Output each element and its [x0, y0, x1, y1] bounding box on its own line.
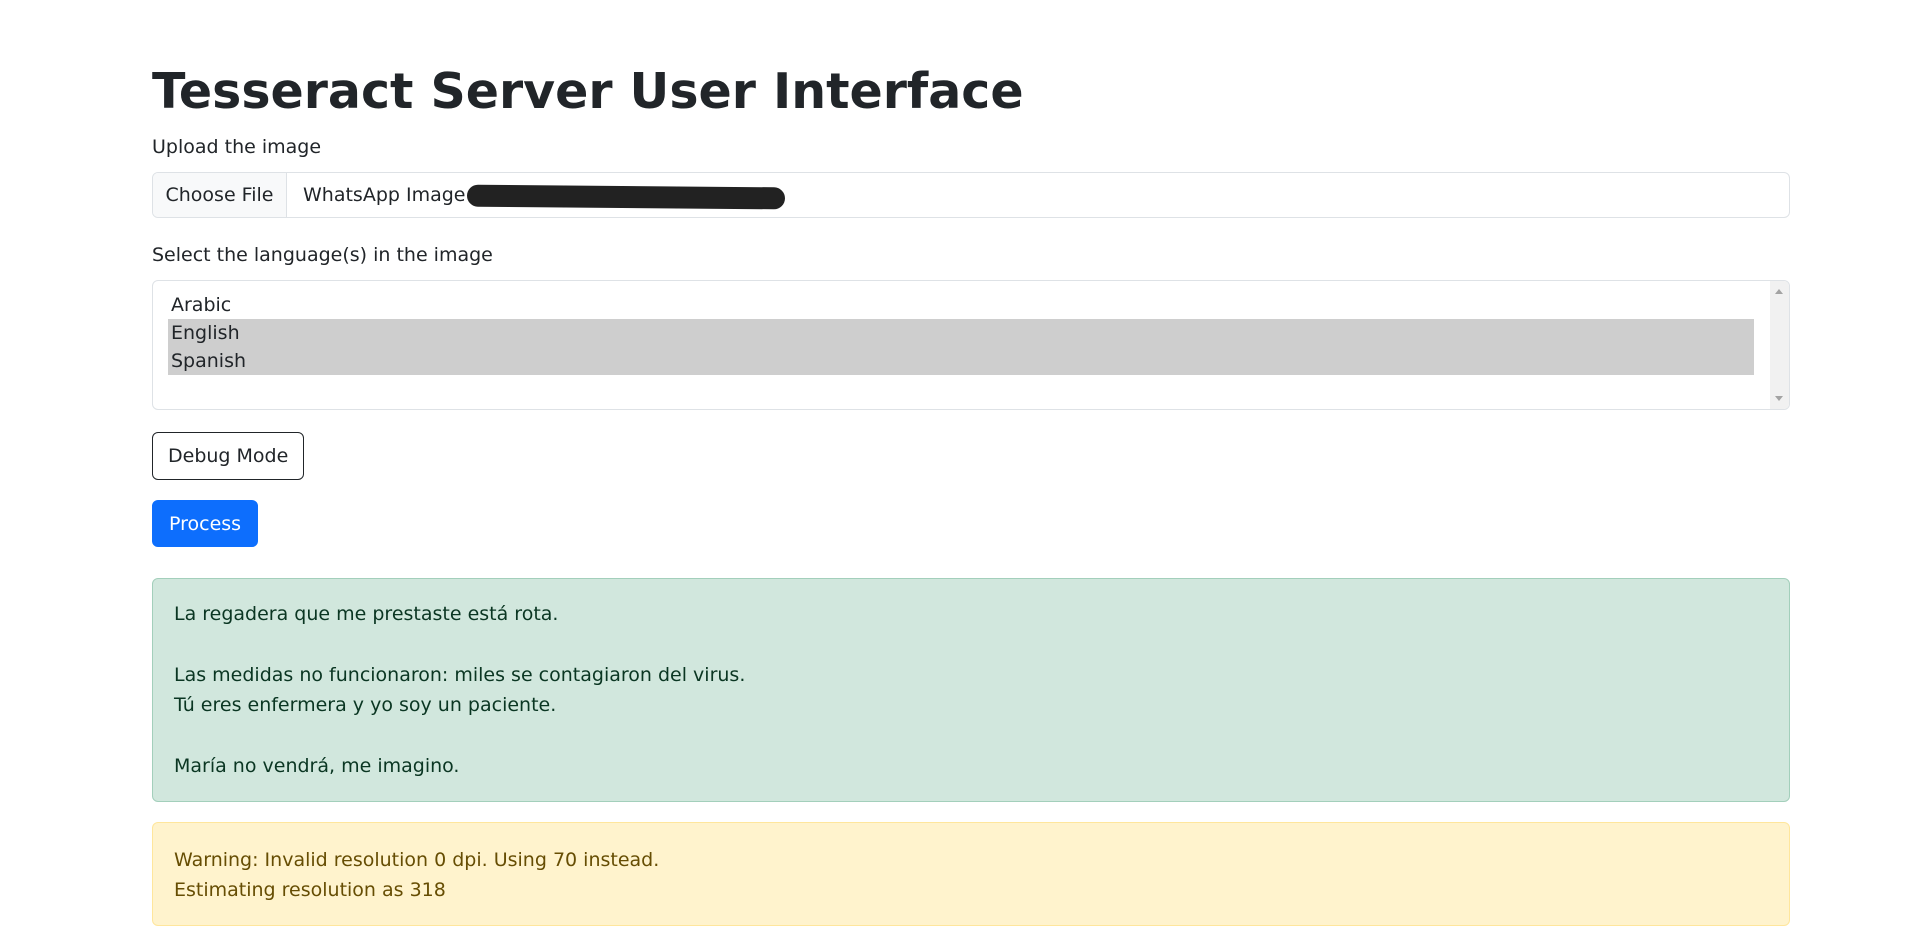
- file-name-text: WhatsApp Image: [303, 184, 466, 206]
- selected-file-name: WhatsApp Image: [287, 173, 786, 217]
- result-line: María no vendrá, me imagino.: [174, 755, 460, 777]
- upload-label: Upload the image: [152, 136, 322, 158]
- result-line: [174, 721, 1768, 751]
- language-options: Arabic English Spanish: [168, 291, 1754, 375]
- file-input[interactable]: Choose File WhatsApp Image: [152, 172, 1790, 218]
- warning-line: Warning: Invalid resolution 0 dpi. Using…: [174, 849, 660, 871]
- choose-file-button[interactable]: Choose File: [153, 173, 287, 217]
- page-title: Tesseract Server User Interface: [152, 63, 1024, 120]
- result-line: [174, 629, 1768, 659]
- scroll-up-icon[interactable]: [1775, 289, 1783, 294]
- scroll-down-icon[interactable]: [1775, 396, 1783, 401]
- select-scrollbar[interactable]: [1770, 281, 1789, 409]
- language-option-spanish[interactable]: Spanish: [168, 347, 1754, 375]
- language-option-english[interactable]: English: [168, 319, 1754, 347]
- warning-alert: Warning: Invalid resolution 0 dpi. Using…: [152, 822, 1790, 926]
- result-line: La regadera que me prestaste está rota.: [174, 603, 559, 625]
- language-select[interactable]: Arabic English Spanish: [152, 280, 1790, 410]
- process-button[interactable]: Process: [152, 500, 259, 547]
- warning-line: Estimating resolution as 318: [174, 879, 446, 902]
- result-line: Tú eres enfermera y yo soy un paciente.: [174, 694, 557, 717]
- debug-mode-button[interactable]: Debug Mode: [152, 432, 305, 480]
- result-line: Las medidas no funcionaron: miles se con…: [174, 663, 746, 686]
- ocr-result-alert: La regadera que me prestaste está rota. …: [152, 578, 1790, 802]
- redaction-mark: [467, 184, 786, 210]
- language-option-arabic[interactable]: Arabic: [168, 291, 1754, 319]
- language-label: Select the language(s) in the image: [152, 244, 493, 266]
